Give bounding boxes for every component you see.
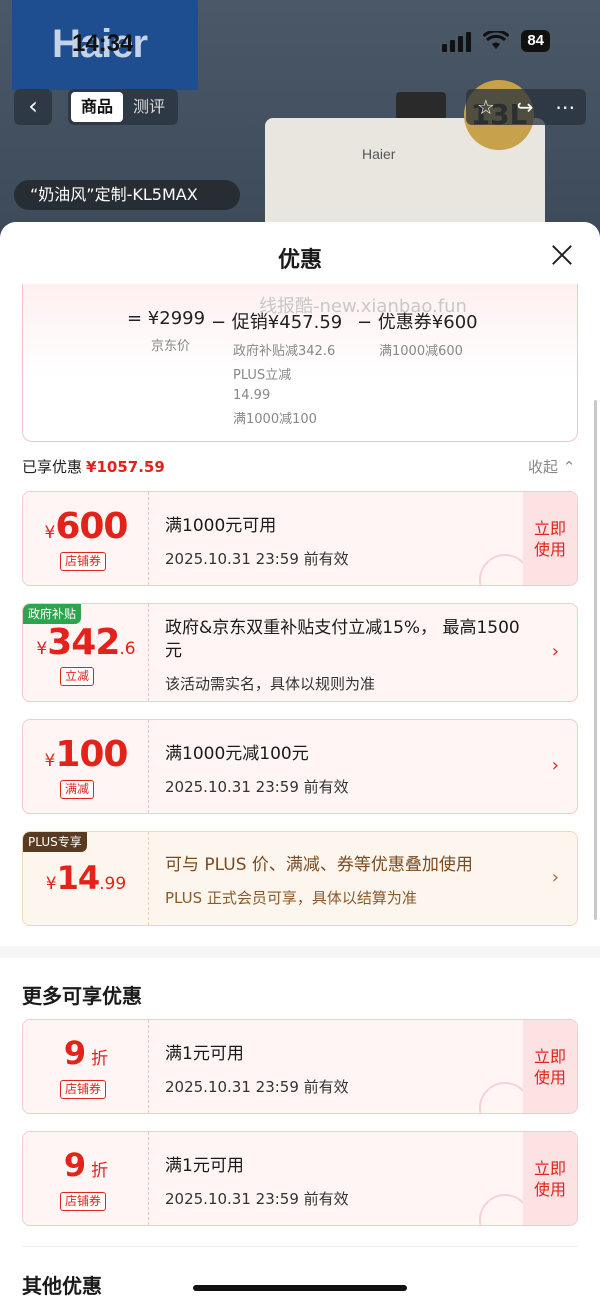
calc-detail: 政府补贴减342.6 [233, 344, 336, 359]
amount-integer: 600 [55, 506, 128, 547]
calc-list-price-value: = ¥2999 [127, 308, 206, 329]
divider-line [22, 1246, 578, 1247]
coupon-card[interactable]: 9折 店铺券 满1元可用 2025.10.31 23:59 前有效 立即 使用 [22, 1131, 578, 1226]
close-icon[interactable] [544, 238, 580, 274]
calc-detail: PLUS立减 [233, 368, 292, 383]
currency-symbol: ¥ [44, 523, 56, 543]
amount-integer: 9 [63, 1034, 86, 1072]
section-divider [0, 946, 600, 958]
coupon-type-tag: 满减 [60, 780, 95, 799]
coupon-card[interactable]: ¥100 满减 满1000元减100元 2025.10.31 23:59 前有效… [22, 719, 578, 814]
tab-product[interactable]: 商品 [71, 92, 124, 122]
other-discounts-title: 其他优惠 [22, 1274, 102, 1298]
gov-subsidy-tag: 政府补贴 [23, 604, 82, 624]
coupon-type-tag: 店铺券 [60, 1080, 107, 1099]
calc-coupon-value: − 优惠券¥600 [357, 312, 478, 333]
coupon-note: PLUS 正式会员可享，具体以结算为准 [165, 889, 417, 907]
coupon-amount: ¥100 [23, 734, 149, 775]
coupon-expiry: 2025.10.31 23:59 前有效 [165, 550, 349, 568]
product-page-background: Haier Haier 13L 14:34 84 ‹ 商品 测评 ☆ ↪ ⋯ “… [0, 0, 600, 240]
calc-promotion: − 促销¥457.59 政府补贴减342.6 PLUS立减 14.99 满100… [211, 308, 342, 434]
coupon-condition: 满1000元减100元 [165, 744, 309, 764]
calc-detail: 14.99 [233, 388, 271, 403]
chevron-right-icon[interactable]: › [552, 867, 559, 888]
coupon-amount: ¥600 [23, 506, 149, 547]
cellular-signal-icon [442, 30, 472, 52]
currency-symbol: ¥ [45, 874, 57, 894]
plus-exclusive-tag: PLUS专享 [23, 832, 87, 852]
use-now-button[interactable]: 立即 使用 [523, 492, 577, 585]
coupon-card[interactable]: 政府补贴 ¥342.6 立减 政府&京东双重补贴支付立减15%， 最高1500元… [22, 603, 578, 702]
amount-integer: 14 [56, 859, 101, 897]
back-button[interactable]: ‹ [14, 89, 52, 125]
amount-integer: 100 [55, 734, 128, 775]
enjoyed-label: 已享优惠 [22, 458, 83, 476]
sheet-title: 优惠 [277, 248, 322, 273]
status-time: 14:34 [72, 30, 134, 57]
promo-strip: “奶油风”定制-KL5MAX [14, 180, 240, 210]
amount-integer: 9 [63, 1146, 86, 1184]
enjoyed-discount: 已享优惠 ¥1057.59 [22, 456, 165, 477]
scrollbar[interactable] [594, 400, 597, 920]
chevron-right-icon[interactable]: › [552, 755, 559, 776]
tab-review[interactable]: 测评 [123, 92, 175, 122]
more-icon[interactable]: ⋯ [555, 95, 575, 119]
coupon-note: 该活动需实名，具体以规则为准 [165, 675, 376, 693]
coupon-condition: 满1元可用 [165, 1156, 244, 1176]
use-now-button[interactable]: 立即 使用 [523, 1020, 577, 1113]
enjoyed-amount: ¥1057.59 [86, 458, 165, 476]
calc-promotion-details: 政府补贴减342.6 PLUS立减 14.99 满1000减100 [211, 342, 342, 430]
header-tools: ☆ ↪ ⋯ [466, 89, 586, 125]
currency-symbol: ¥ [36, 639, 48, 659]
collapse-button[interactable]: 收起 ⌃ [528, 456, 575, 477]
coupon-condition: 可与 PLUS 价、满减、券等优惠叠加使用 [165, 855, 473, 875]
coupon-amount: ¥14.99 [23, 859, 149, 897]
status-icons: 84 [442, 30, 550, 52]
calc-list-price-label: 京东价 [151, 339, 191, 354]
currency-symbol: ¥ [44, 751, 56, 771]
page-tabs: 商品 测评 [68, 89, 179, 125]
amount-decimal: .6 [119, 639, 136, 659]
coupon-expiry: 2025.10.31 23:59 前有效 [165, 1190, 349, 1208]
coupon-amount: 9折 [23, 1034, 149, 1072]
coupon-condition: 满1元可用 [165, 1044, 244, 1064]
calc-coupon: − 优惠券¥600 满1000减600 [357, 308, 478, 362]
calc-list-price: = ¥2999 京东价 [127, 308, 205, 357]
coupon-card[interactable]: ¥600 店铺券 满1000元可用 2025.10.31 23:59 前有效 立… [22, 491, 578, 586]
coupon-amount: 9折 [23, 1146, 149, 1184]
calc-promotion-value: − 促销¥457.59 [211, 312, 343, 333]
coupon-expiry: 2025.10.31 23:59 前有效 [165, 778, 349, 796]
plus-discount-card[interactable]: PLUS专享 ¥14.99 可与 PLUS 价、满减、券等优惠叠加使用 PLUS… [22, 831, 578, 926]
wifi-icon [483, 31, 510, 49]
coupon-condition: 政府&京东双重补贴支付立减15%， 最高1500元 [165, 618, 520, 661]
home-indicator[interactable] [193, 1285, 407, 1291]
price-calculation: 线报酷-new.xianbao.fun = ¥2999 京东价 − 促销¥457… [22, 284, 578, 442]
coupon-amount: ¥342.6 [23, 622, 149, 663]
product-valve [396, 92, 446, 120]
amount-integer: 342 [47, 622, 120, 663]
discount-sheet: 优惠 线报酷-new.xianbao.fun = ¥2999 京东价 − 促销¥… [0, 222, 600, 1303]
use-now-button[interactable]: 立即 使用 [523, 1132, 577, 1225]
coupon-condition: 满1000元可用 [165, 516, 277, 536]
favorite-star-icon[interactable]: ☆ [477, 95, 495, 119]
amount-decimal: .99 [99, 874, 127, 894]
coupon-type-tag: 店铺券 [60, 552, 107, 571]
discount-unit: 折 [91, 1049, 109, 1069]
chevron-right-icon[interactable]: › [552, 641, 559, 662]
calc-detail: 满1000减100 [233, 412, 317, 427]
coupon-expiry: 2025.10.31 23:59 前有效 [165, 1078, 349, 1096]
coupon-card[interactable]: 9折 店铺券 满1元可用 2025.10.31 23:59 前有效 立即 使用 [22, 1019, 578, 1114]
share-icon[interactable]: ↪ [517, 95, 534, 119]
battery-icon: 84 [521, 30, 550, 52]
discount-unit: 折 [91, 1161, 109, 1181]
product-logo: Haier [362, 146, 396, 162]
coupon-type-tag: 店铺券 [60, 1192, 107, 1211]
more-discounts-title: 更多可享优惠 [22, 984, 142, 1008]
calc-coupon-label: 满1000减600 [379, 344, 463, 359]
coupon-type-tag: 立减 [60, 667, 95, 686]
